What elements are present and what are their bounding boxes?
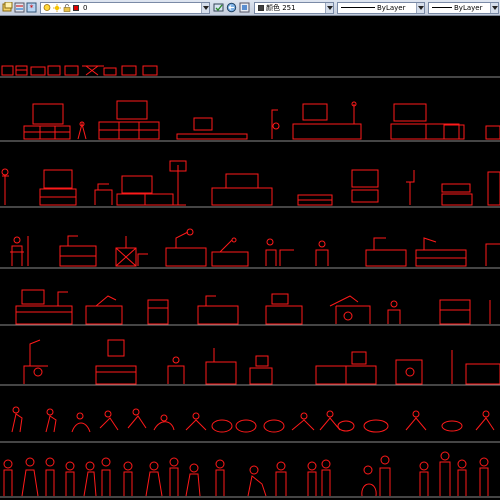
row-study-desks	[23, 339, 500, 385]
lineweight-combo-value: ByLayer	[454, 4, 483, 12]
color-swatch	[258, 5, 264, 11]
lock-icon[interactable]	[63, 4, 71, 12]
row-people-elevation	[3, 451, 489, 497]
layer-iso-icon[interactable]	[239, 2, 250, 13]
linetype-preview	[341, 7, 375, 8]
svg-text:*: *	[30, 4, 34, 13]
freeze-icon[interactable]: *	[26, 2, 37, 13]
linetype-combo[interactable]: ByLayer	[337, 2, 425, 14]
layer-combo-value: 0	[83, 4, 88, 12]
chevron-down-icon[interactable]	[416, 3, 424, 13]
layer-previous-icon[interactable]	[226, 2, 237, 13]
lineweight-combo[interactable]: ByLayer	[428, 2, 499, 14]
row-computer-desks	[15, 289, 491, 325]
layer-manager-icon[interactable]	[2, 2, 13, 13]
layer-properties-toolbar: * 0 颜色 251 ByLayer ByLayer	[0, 0, 500, 16]
lightbulb-icon[interactable]	[43, 4, 51, 12]
chevron-down-icon[interactable]	[201, 3, 209, 13]
row-small-furniture-fronts	[1, 65, 158, 76]
chevron-down-icon[interactable]	[490, 3, 498, 13]
layer-color-swatch	[73, 5, 79, 11]
row-tv-consoles	[1, 160, 500, 206]
color-combo[interactable]: 颜色 251	[254, 2, 334, 14]
chevron-down-icon[interactable]	[325, 3, 333, 13]
lineweight-preview	[432, 7, 452, 8]
color-combo-value: 颜色 251	[266, 4, 296, 12]
row-people-plan-view	[11, 406, 495, 433]
sun-icon[interactable]	[53, 4, 61, 12]
row-desks-with-lamps	[10, 228, 500, 267]
layer-state-icon[interactable]	[14, 2, 25, 13]
row-tv-cabinets	[23, 100, 500, 140]
drawing-canvas[interactable]	[0, 16, 500, 500]
layer-combo[interactable]: 0	[40, 2, 210, 14]
linetype-combo-value: ByLayer	[377, 4, 406, 12]
make-current-icon[interactable]	[213, 2, 224, 13]
